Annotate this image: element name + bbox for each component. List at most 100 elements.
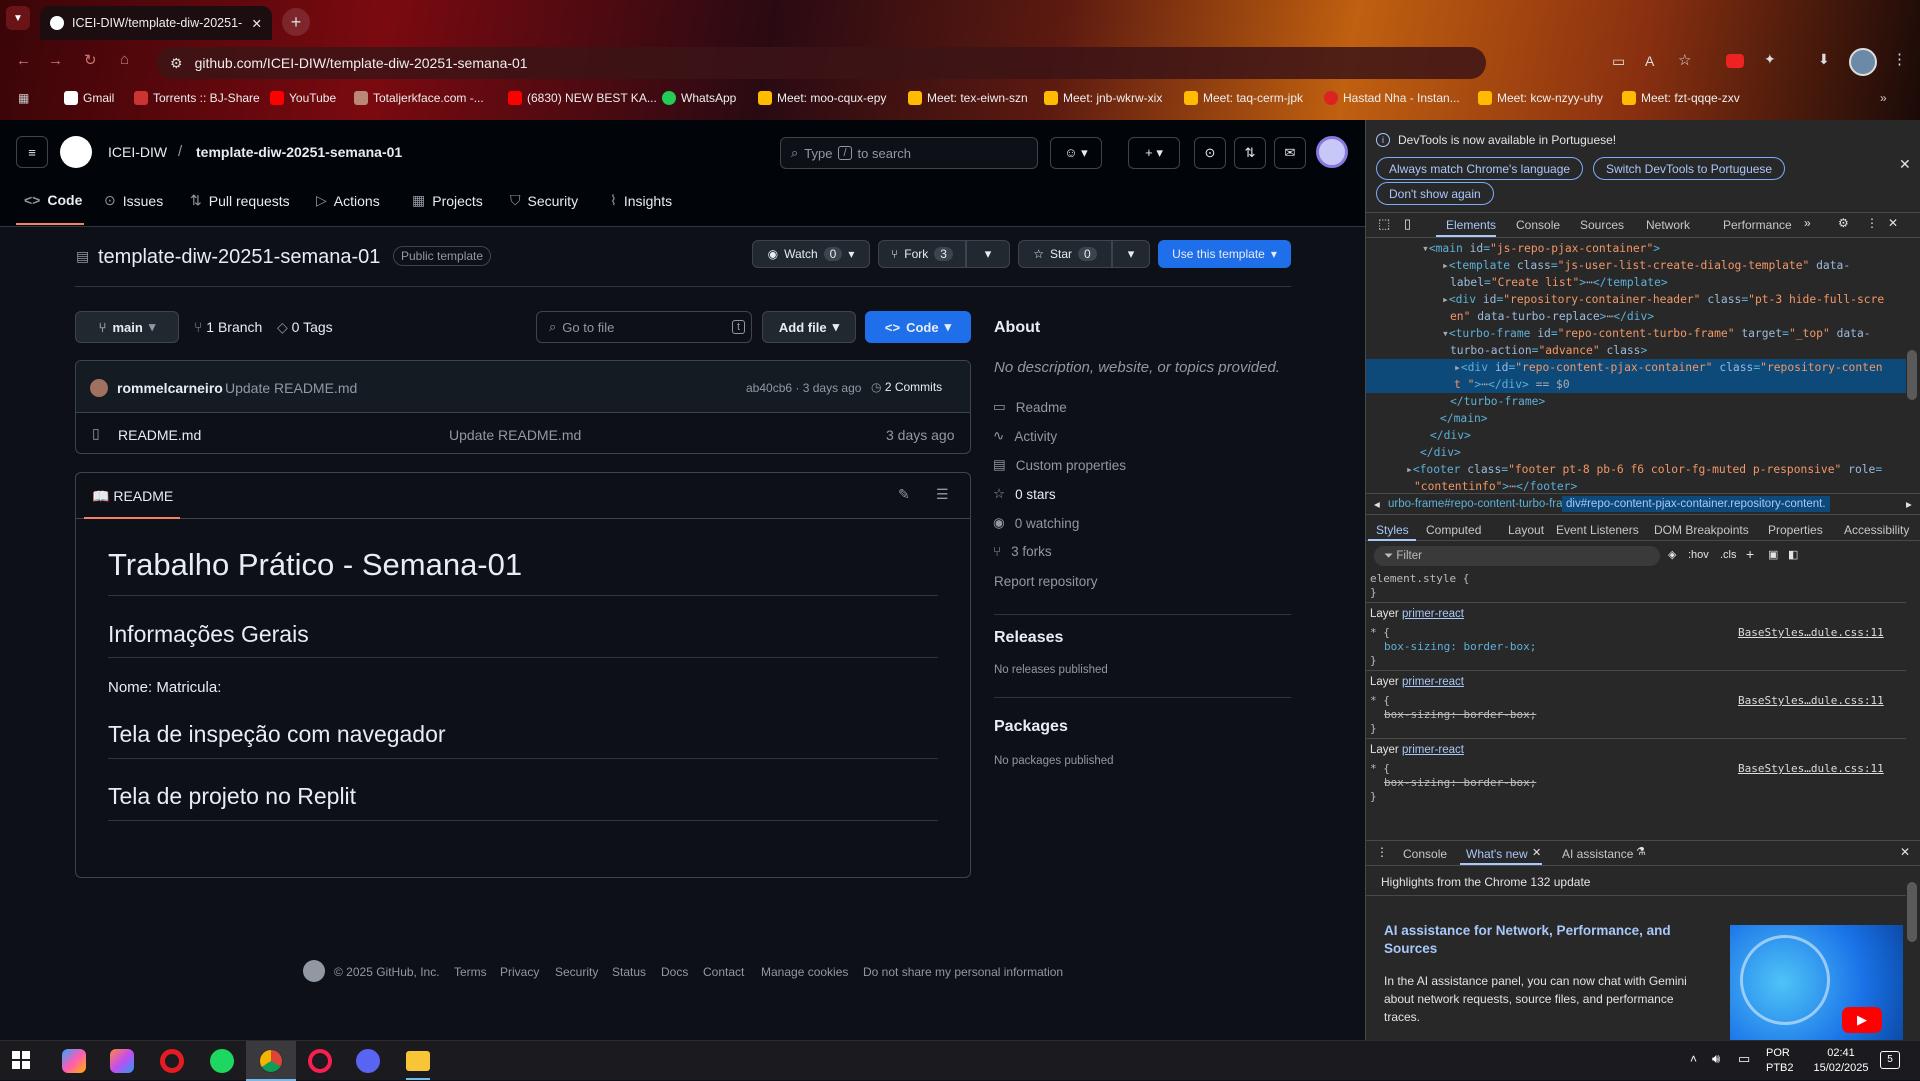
site-info-icon[interactable]: ⚙ <box>170 55 183 72</box>
footer-docs[interactable]: Docs <box>661 965 688 979</box>
bookmark-0[interactable]: Gmail <box>64 91 114 105</box>
dt-tab-network[interactable]: Network <box>1646 218 1690 232</box>
rule-source-link[interactable]: BaseStyles…dule.css:11 <box>1738 694 1884 707</box>
opera-icon[interactable] <box>160 1049 184 1073</box>
hov-toggle[interactable]: :hov <box>1688 549 1709 561</box>
footer-manage-cookies[interactable]: Manage cookies <box>761 965 848 979</box>
footer-github-logo-icon[interactable] <box>303 960 325 982</box>
bookmark-10[interactable]: Hastad Nha - Instan... <box>1324 91 1460 105</box>
dom-line[interactable]: ▾<main id="js-repo-pjax-container"> <box>1366 240 1906 257</box>
event-listeners-tab[interactable]: Event Listeners <box>1556 523 1639 537</box>
dom-breakpoints-tab[interactable]: DOM Breakpoints <box>1654 523 1749 537</box>
rule-source-link[interactable]: BaseStyles…dule.css:11 <box>1738 762 1884 775</box>
element-style-rule[interactable]: element.style { <box>1370 572 1469 585</box>
edit-pencil-icon[interactable]: ✎ <box>898 486 910 503</box>
device-toolbar-icon[interactable]: ▯ <box>1404 216 1411 232</box>
inspect-element-icon[interactable]: ⬚ <box>1378 216 1390 232</box>
bookmark-2[interactable]: YouTube <box>270 91 336 105</box>
nav-back-icon[interactable]: ← <box>16 52 31 69</box>
repo-title[interactable]: template-diw-20251-semana-01 <box>98 246 380 269</box>
dom-line[interactable]: en" data-turbo-replace>⋯</div> <box>1366 308 1906 325</box>
footer-privacy[interactable]: Privacy <box>500 965 539 979</box>
drawer-tab-ai-assistance[interactable]: AI assistance <box>1562 847 1633 861</box>
bookmark-9[interactable]: Meet: taq-cerm-jpk <box>1184 91 1303 105</box>
commits-link[interactable]: ◷ 2 Commits <box>871 380 942 394</box>
new-rule-icon[interactable]: + <box>1746 546 1754 562</box>
language-indicator[interactable]: POR PTB2 <box>1766 1046 1794 1076</box>
file-commit-message[interactable]: Update README.md <box>449 427 581 443</box>
close-whats-new-icon[interactable]: ✕ <box>1532 846 1541 859</box>
packages-title[interactable]: Packages <box>994 718 1068 736</box>
settings-gear-icon[interactable]: ⚙ <box>1838 216 1849 230</box>
nav-forward-icon[interactable]: → <box>48 52 63 69</box>
tags-link[interactable]: ◇ 0 Tags <box>277 319 333 336</box>
fork-button[interactable]: ⑂ Fork 3 <box>878 240 966 268</box>
dom-scrollbar[interactable] <box>1907 350 1917 400</box>
global-search-input[interactable]: ⌕ Type / to search <box>780 137 1038 169</box>
rule-property[interactable]: box-sizing: border-box; <box>1384 640 1536 653</box>
tray-chevron-icon[interactable]: ˄ <box>1690 1052 1697 1066</box>
extensions-puzzle-icon[interactable]: ✦ <box>1764 51 1776 68</box>
tab-close-icon[interactable]: ✕ <box>252 16 262 31</box>
custom-properties-link[interactable]: ▤ Custom properties <box>993 457 1126 473</box>
inbox-icon[interactable]: ✉ <box>1274 137 1306 169</box>
author-avatar[interactable] <box>90 379 108 397</box>
code-button[interactable]: <> Code ▾ <box>865 311 971 343</box>
rule-selector[interactable]: * { <box>1370 694 1390 707</box>
outline-list-icon[interactable]: ☰ <box>936 486 949 503</box>
dom-line[interactable]: label="Create list">⋯</template> <box>1366 274 1906 291</box>
pull-requests-icon[interactable]: ⇅ <box>1234 137 1266 169</box>
paint-icon[interactable]: ▣ <box>1768 548 1778 561</box>
org-link[interactable]: ICEI-DIW <box>108 144 167 160</box>
rule-selector[interactable]: * { <box>1370 762 1390 775</box>
close-notice-icon[interactable]: ✕ <box>1899 156 1911 173</box>
dom-line[interactable]: </div> <box>1366 427 1906 444</box>
discord-icon[interactable] <box>356 1049 380 1073</box>
properties-tab[interactable]: Properties <box>1768 523 1823 537</box>
bookmark-11[interactable]: Meet: kcw-nzyy-uhy <box>1478 91 1603 105</box>
breadcrumb-left-icon[interactable]: ◂ <box>1374 497 1380 511</box>
breadcrumb-repo-content[interactable]: div#repo-content-pjax-container.reposito… <box>1562 496 1830 512</box>
fork-dropdown[interactable]: ▾ <box>966 240 1010 268</box>
dom-line[interactable]: turbo-action="advance" class> <box>1366 342 1906 359</box>
activity-link[interactable]: ∿ Activity <box>993 428 1057 444</box>
copilot-button[interactable]: ☺ ▾ <box>1050 137 1102 169</box>
bookmark-8[interactable]: Meet: jnb-wkrw-xix <box>1044 91 1162 105</box>
file-explorer-icon[interactable] <box>406 1051 430 1071</box>
dont-show-again-button[interactable]: Don't show again <box>1376 182 1494 205</box>
dom-line[interactable]: </main> <box>1366 410 1906 427</box>
footer-security[interactable]: Security <box>555 965 598 979</box>
commit-message[interactable]: Update README.md <box>225 380 357 396</box>
profile-avatar[interactable] <box>1849 48 1877 76</box>
dom-line[interactable]: ▸<div id="repository-container-header" c… <box>1366 291 1906 308</box>
commit-hash[interactable]: ab40cb6 · 3 days ago <box>746 381 861 395</box>
rule-source-link[interactable]: BaseStyles…dule.css:11 <box>1738 626 1884 639</box>
dt-tab-console[interactable]: Console <box>1516 218 1560 232</box>
tab-pull-requests[interactable]: ⇅ Pull requests <box>190 192 290 209</box>
dom-line[interactable]: </div> <box>1366 444 1906 461</box>
bookmark-4[interactable]: (6830) NEW BEST KA... <box>508 91 657 105</box>
reload-icon[interactable]: ↻ <box>84 51 97 69</box>
readme-tab[interactable]: 📖 README <box>92 488 173 505</box>
hamburger-menu-button[interactable]: ≡ <box>16 136 48 168</box>
tab-code[interactable]: <> Code <box>24 192 82 208</box>
star-dropdown[interactable]: ▾ <box>1112 240 1150 268</box>
create-new-button[interactable]: + ▾ <box>1128 137 1180 169</box>
notification-icon[interactable]: 5 <box>1880 1051 1900 1069</box>
star-button[interactable]: ☆ Star 0 <box>1018 240 1112 268</box>
issues-icon[interactable]: ⊙ <box>1194 137 1226 169</box>
commit-author[interactable]: rommelcarneiro <box>117 380 223 396</box>
play-button-icon[interactable]: ▶ <box>1842 1007 1882 1033</box>
ai-video-thumbnail[interactable]: ▶ <box>1730 925 1903 1040</box>
dom-line-selected[interactable]: ▸<div id="repo-content-pjax-container" c… <box>1366 359 1906 393</box>
switch-to-portuguese-button[interactable]: Switch DevTools to Portuguese <box>1593 157 1786 180</box>
repo-link[interactable]: template-diw-20251-semana-01 <box>196 144 402 160</box>
devtools-menu-icon[interactable]: ⋮ <box>1866 216 1878 230</box>
dom-tree[interactable]: ▾<main id="js-repo-pjax-container"> ▸<te… <box>1366 240 1906 518</box>
breadcrumb-right-icon[interactable]: ▸ <box>1906 497 1912 511</box>
computed-tab[interactable]: Computed <box>1426 523 1481 537</box>
dt-tab-sources[interactable]: Sources <box>1580 218 1624 232</box>
new-tab-icon[interactable]: + <box>282 8 310 36</box>
drawer-scrollbar[interactable] <box>1907 882 1917 942</box>
forks-link[interactable]: ⑂ 3 forks <box>993 544 1052 559</box>
